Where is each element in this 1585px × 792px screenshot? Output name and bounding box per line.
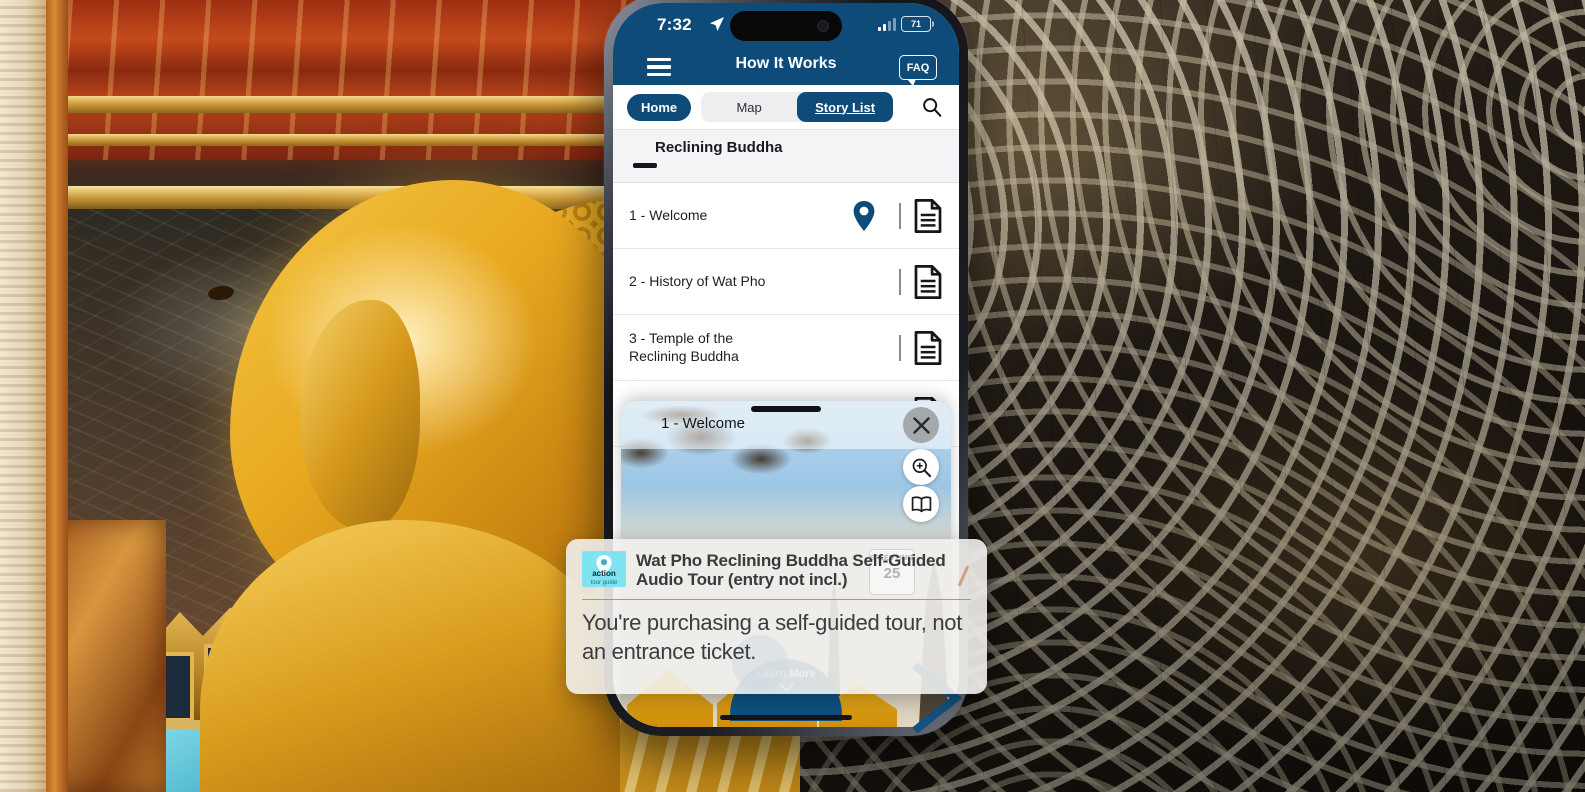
- screenshot-stage: 7:32 71 How It Works FAQ Home Map Story …: [0, 0, 1585, 792]
- row-divider: [899, 334, 901, 361]
- promo-body-text: You're purchasing a self-guided tour, no…: [582, 610, 963, 665]
- sheet-grabber[interactable]: [751, 406, 821, 412]
- book-icon: [911, 495, 931, 512]
- story-list-item[interactable]: 1 - Welcome: [613, 183, 959, 249]
- story-title: 3 - Temple of the Reclining Buddha: [629, 330, 739, 364]
- story-title: 1 - Welcome: [629, 206, 708, 223]
- tab-story-list[interactable]: Story List: [797, 92, 894, 122]
- logo-tagline: tour guide: [590, 580, 618, 586]
- home-indicator: [720, 715, 852, 720]
- dynamic-island: [730, 11, 842, 41]
- sheet-title: 1 - Welcome: [661, 415, 745, 432]
- document-icon[interactable]: [913, 330, 943, 365]
- frame-inner-border: [46, 0, 68, 792]
- cellular-signal-icon: [878, 17, 896, 31]
- battery-level: 71: [910, 18, 921, 29]
- map-pin-icon[interactable]: [849, 200, 879, 231]
- row-divider: [899, 202, 901, 229]
- book-button[interactable]: [903, 486, 939, 522]
- document-icon[interactable]: [913, 198, 943, 233]
- row-divider: [899, 268, 901, 295]
- front-camera-icon: [817, 20, 829, 32]
- status-time: 7:32: [657, 15, 692, 34]
- promo-header: action tour guide Wat Pho Reclining Budd…: [566, 539, 987, 595]
- promo-title: Wat Pho Reclining Buddha Self-Guided Aud…: [636, 551, 946, 590]
- status-indicators: 71: [878, 16, 934, 32]
- section-title: Reclining Buddha: [655, 139, 783, 156]
- story-title: 2 - History of Wat Pho: [629, 272, 766, 289]
- segmented-control: Map Story List: [701, 92, 894, 122]
- status-bar: 7:32 71: [613, 3, 959, 49]
- location-arrow-icon: [710, 17, 724, 31]
- zoom-button[interactable]: [903, 449, 939, 485]
- section-header: Reclining Buddha: [613, 130, 959, 183]
- faq-button[interactable]: FAQ: [899, 55, 937, 86]
- app-nav-bar: How It Works FAQ: [613, 49, 959, 86]
- promo-card: SPEED LIMIT 25 action tour guide Wat Pho…: [566, 539, 987, 694]
- battery-icon: 71: [901, 16, 934, 32]
- tab-bar: Home Map Story List: [613, 85, 959, 130]
- action-tour-guide-logo: action tour guide: [582, 551, 626, 587]
- close-icon: [912, 416, 930, 434]
- search-icon[interactable]: [921, 96, 943, 118]
- tab-map[interactable]: Map: [701, 92, 797, 122]
- story-list-item[interactable]: 2 - History of Wat Pho: [613, 249, 959, 315]
- close-button[interactable]: [903, 407, 939, 443]
- magnifier-zoom-in-icon: [912, 458, 931, 477]
- section-accent-bar: [633, 163, 657, 168]
- story-list-item[interactable]: 3 - Temple of the Reclining Buddha: [613, 315, 959, 381]
- document-icon[interactable]: [913, 264, 943, 299]
- logo-name: action: [592, 569, 616, 578]
- home-button[interactable]: Home: [627, 93, 692, 121]
- frame-outer-border: [0, 0, 46, 792]
